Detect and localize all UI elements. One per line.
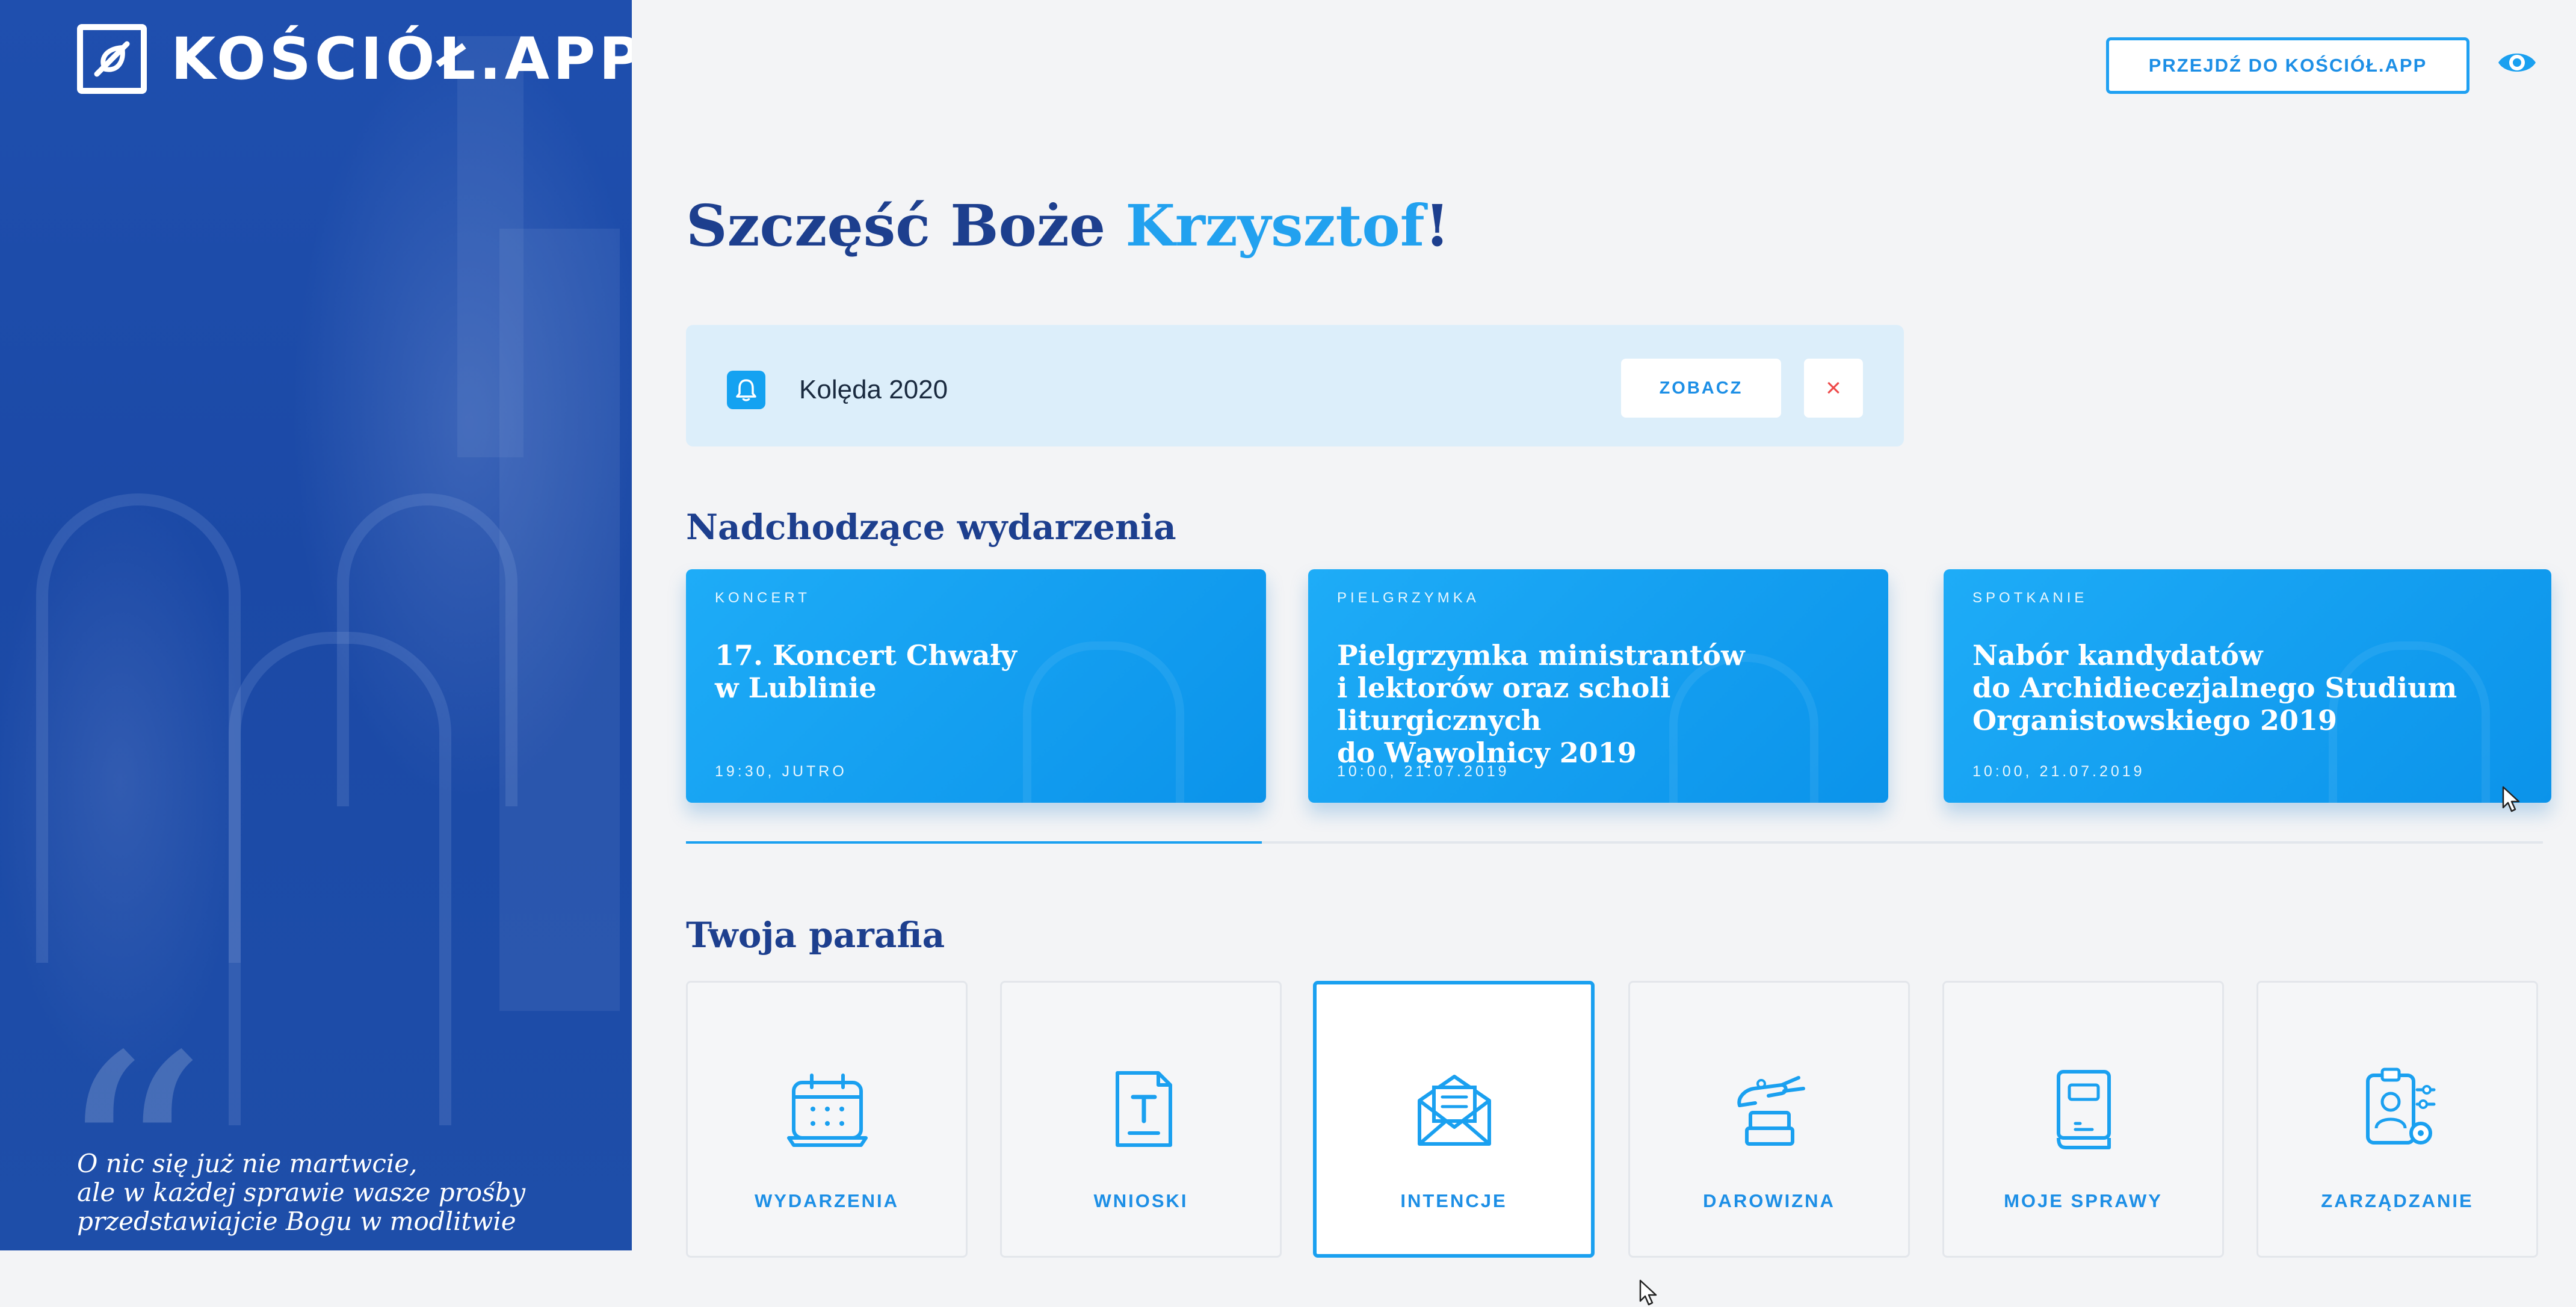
eye-icon[interactable] — [2496, 46, 2538, 82]
bell-icon — [727, 371, 765, 409]
mouse-cursor-icon — [2502, 786, 2521, 817]
event-category: SPOTKANIE — [1972, 590, 2088, 606]
tile-intentions[interactable]: INTENCJE — [1313, 981, 1657, 1306]
event-title: Nabór kandydatów do Archidiecezjalnego S… — [1972, 639, 2457, 737]
greeting-suffix: ! — [1424, 193, 1450, 259]
envelope-icon — [1418, 1075, 1491, 1146]
quote-line: ale w każdej sprawie wasze prośby — [77, 1178, 526, 1207]
tile-label: ZARZĄDZANIE — [2321, 1190, 2474, 1211]
notification-banner: Kolęda 2020 ZOBACZ × — [686, 325, 1904, 446]
tile-donation[interactable]: DAROWIZNA — [1628, 981, 1910, 1258]
tile-label: MOJE SPRAWY — [2004, 1190, 2163, 1211]
events-slider-progress — [686, 841, 1262, 844]
go-to-app-button[interactable]: PRZEJDŹ DO KOŚCIÓŁ.APP — [2106, 37, 2469, 94]
dismiss-notification-button[interactable]: × — [1804, 359, 1863, 418]
events-slider-track[interactable] — [686, 841, 2543, 844]
user-name: Krzysztof — [1125, 193, 1425, 259]
event-card[interactable]: SPOTKANIE Nabór kandydatów do Archidiece… — [1944, 569, 2551, 803]
church-arch-decor — [337, 493, 517, 806]
quote-line: O nic się już nie martwcie, — [77, 1149, 418, 1178]
leaf-logo-icon — [77, 24, 147, 94]
tile-management[interactable]: ZARZĄDZANIE — [2256, 981, 2538, 1258]
church-wall-decor — [499, 229, 620, 1011]
event-category: KONCERT — [715, 590, 811, 606]
event-date: 19:30, JUTRO — [715, 763, 847, 780]
event-title: 17. Koncert Chwały w Lublinie — [715, 639, 1017, 704]
tile-label: DAROWIZNA — [1703, 1190, 1835, 1211]
event-date: 10:00, 21.07.2019 — [1972, 763, 2145, 780]
tile-events[interactable]: WYDARZENIA — [686, 981, 968, 1258]
calendar-icon — [787, 1074, 868, 1147]
event-date: 10:00, 21.07.2019 — [1337, 763, 1510, 780]
tile-requests[interactable]: WNIOSKI — [1000, 981, 1282, 1258]
tile-my-affairs[interactable]: MOJE SPRAWY — [1942, 981, 2224, 1258]
book-icon — [2057, 1070, 2111, 1149]
donation-hand-icon — [1737, 1076, 1805, 1146]
upcoming-events-title: Nadchodzące wydarzenia — [686, 507, 1176, 548]
bible-quote: O nic się już nie martwcie, ale w każdej… — [77, 1149, 525, 1236]
notification-label: Kolęda 2020 — [799, 375, 948, 404]
tile-label: WNIOSKI — [1093, 1190, 1188, 1211]
greeting-prefix: Szczęść Boże — [686, 193, 1126, 259]
church-arch-decor — [36, 493, 241, 963]
quote-line: przedstawiajcie Bogu w modlitwie — [77, 1207, 516, 1236]
event-card[interactable]: KONCERT 17. Koncert Chwały w Lublinie 19… — [686, 569, 1266, 803]
app-logo[interactable]: KOŚCIÓŁ.APP — [77, 24, 632, 94]
event-card[interactable]: PIELGRZYMKA Pielgrzymka ministrantów i l… — [1308, 569, 1888, 803]
tile-label: WYDARZENIA — [754, 1190, 900, 1211]
admin-settings-icon — [2366, 1068, 2436, 1145]
logo-text: KOŚCIÓŁ.APP — [171, 25, 632, 93]
sidebar: KOŚCIÓŁ.APP “ O nic się już nie martwcie… — [0, 0, 632, 1250]
event-category: PIELGRZYMKA — [1337, 590, 1480, 606]
event-title: Pielgrzymka ministrantów i lektorów oraz… — [1337, 639, 1745, 769]
page-title: Szczęść Boże Krzysztof! — [686, 193, 1450, 259]
view-notification-button[interactable]: ZOBACZ — [1621, 359, 1781, 418]
parish-section-title: Twoja parafia — [686, 915, 945, 956]
document-icon — [1116, 1071, 1172, 1147]
tile-label: INTENCJE — [1400, 1190, 1507, 1211]
